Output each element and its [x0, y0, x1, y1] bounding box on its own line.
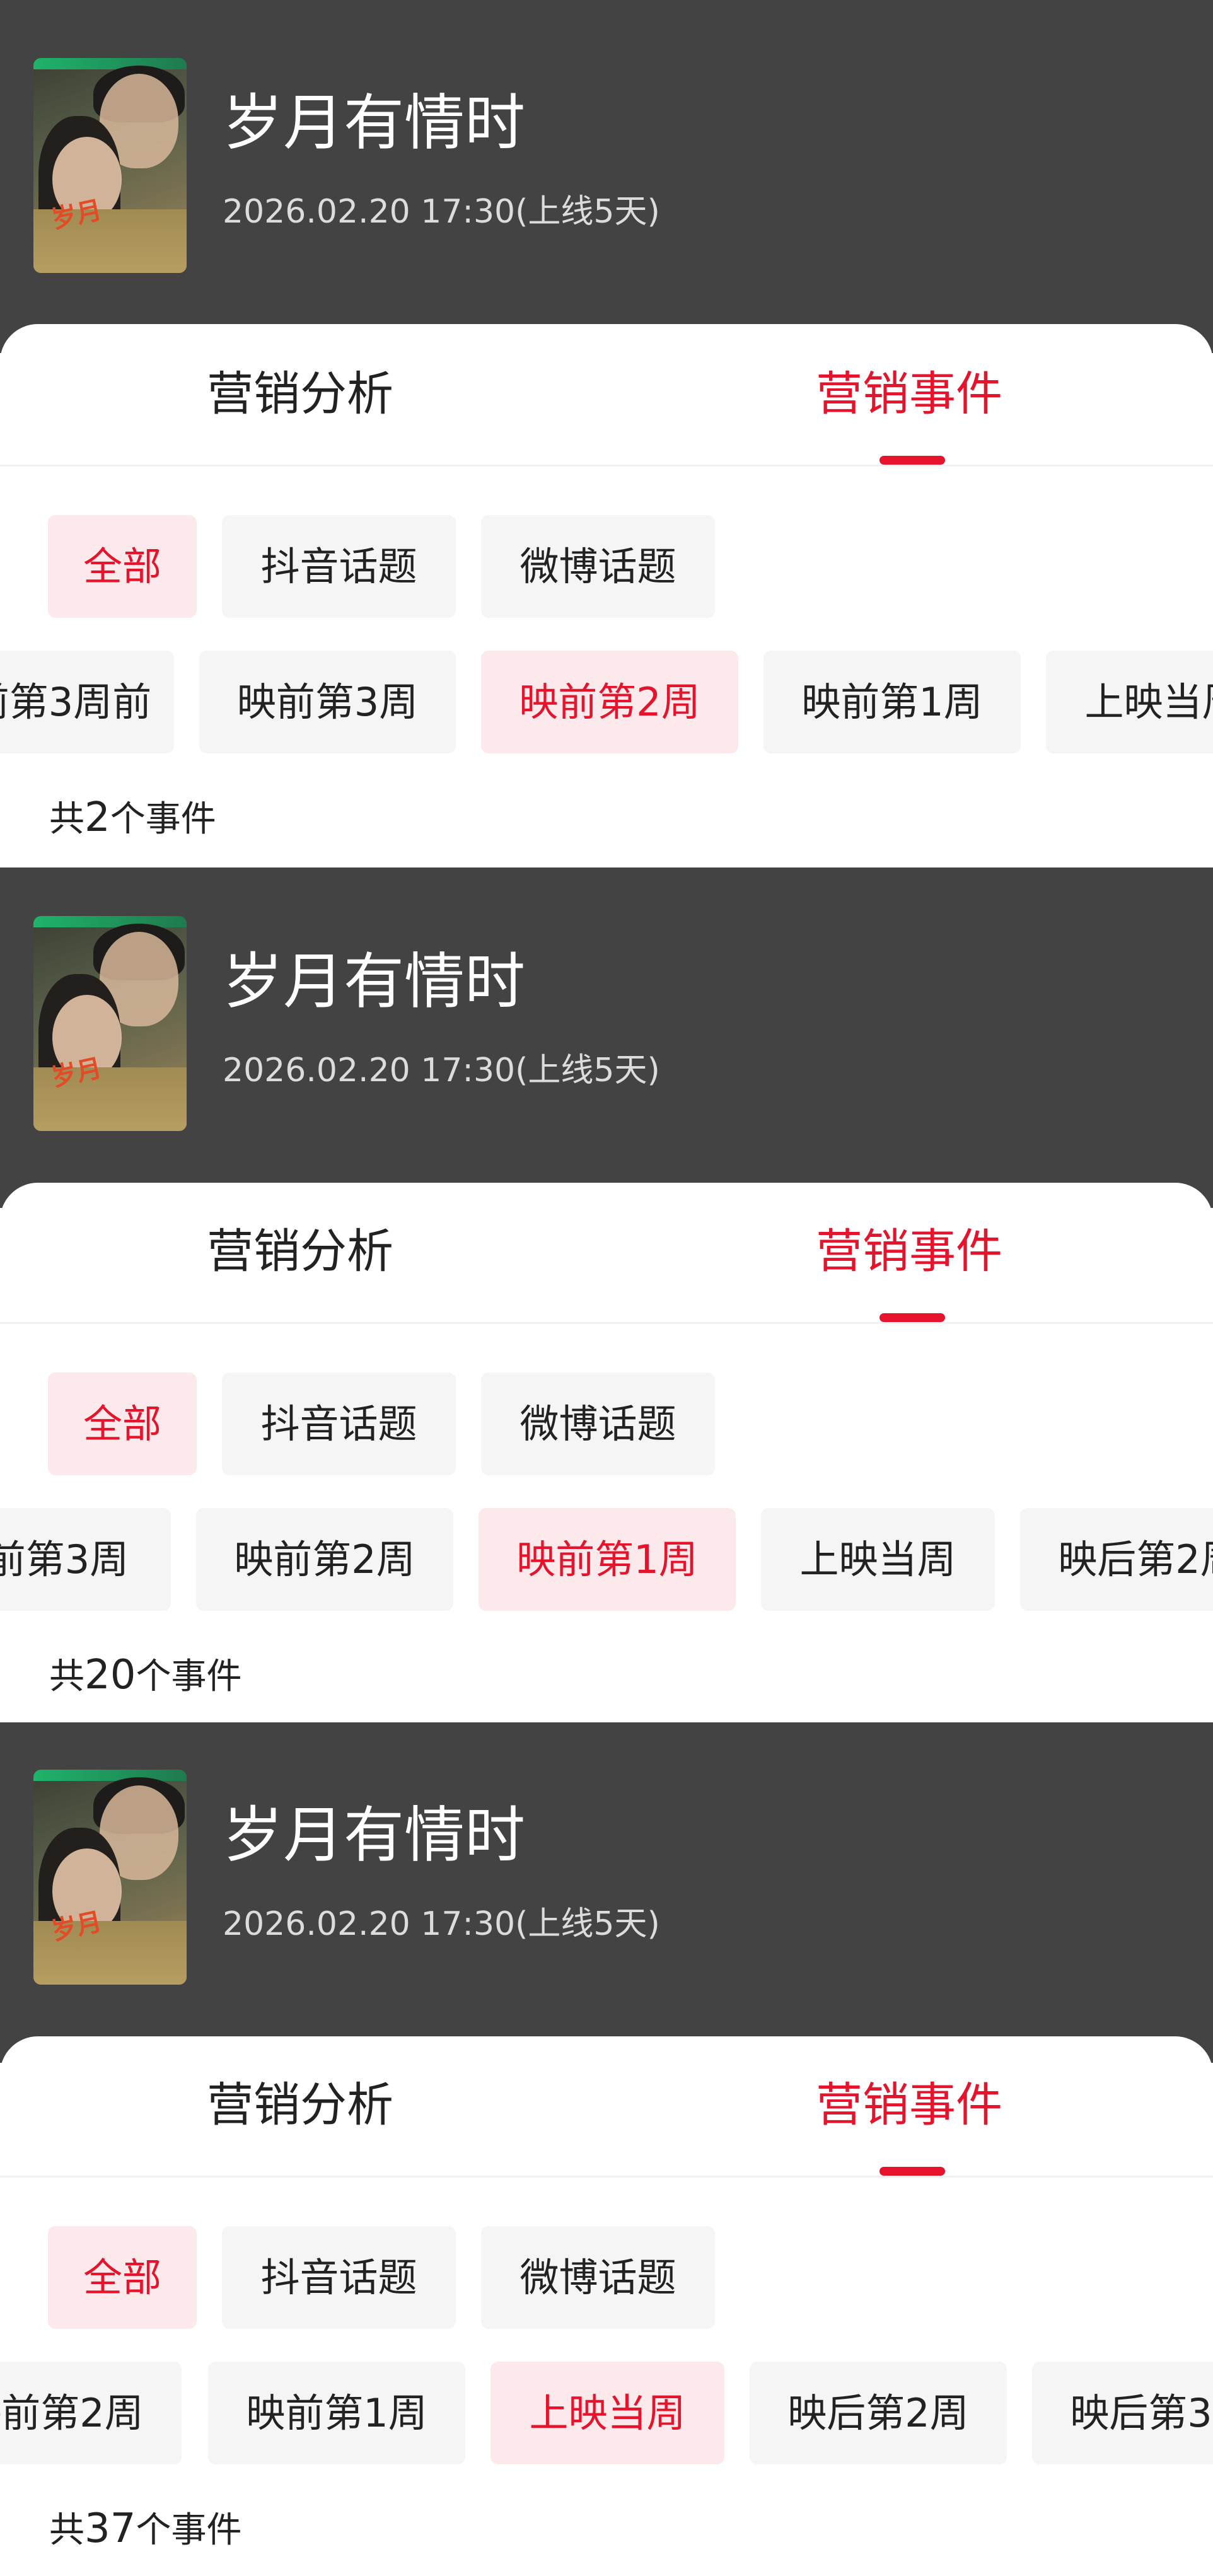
screenshot-section-1: 岁月 岁月有情时 2026.02.20 17:30(上线5天) 营销分析 营销事… [0, 0, 1213, 867]
event-count-number: 2 [84, 794, 110, 841]
tab-marketing-analysis[interactable]: 营销分析 [207, 366, 393, 422]
event-count-suffix: 个事件 [136, 1656, 242, 1697]
movie-release-date: 2026.02.20 17:30(上线5天) [223, 1905, 660, 1943]
filter-chip-weibo[interactable]: 微博话题 [481, 2226, 715, 2329]
week-chip-selected[interactable]: 映前第1周 [479, 1508, 736, 1611]
tab-divider [0, 465, 1213, 467]
week-chip[interactable]: 上映当周 [761, 1508, 995, 1611]
week-chip-selected[interactable]: 上映当周 [490, 2362, 724, 2464]
filter-chip-all[interactable]: 全部 [48, 515, 197, 618]
tab-marketing-events[interactable]: 营销事件 [816, 366, 1002, 422]
movie-title: 岁月有情时 [223, 946, 525, 1017]
tab-divider [0, 1322, 1213, 1324]
event-count-suffix: 个事件 [136, 2510, 242, 2551]
tab-marketing-analysis[interactable]: 营销分析 [207, 2077, 393, 2133]
filter-chip-weibo[interactable]: 微博话题 [481, 1372, 715, 1475]
movie-poster: 岁月 [33, 58, 187, 273]
content-sheet: 营销分析 营销事件 全部 抖音话题 微博话题 映前第3周 映前第2周 映前第1周… [0, 1183, 1213, 1722]
week-chip[interactable]: 映后第2周 [750, 2362, 1007, 2464]
movie-release-date: 2026.02.20 17:30(上线5天) [223, 1052, 660, 1089]
event-count-suffix: 个事件 [110, 799, 216, 840]
filter-chip-douyin[interactable]: 抖音话题 [222, 2226, 456, 2329]
content-sheet: 营销分析 营销事件 全部 抖音话题 微博话题 映前第3周前 映前第3周 映前第2… [0, 324, 1213, 867]
filter-chip-all[interactable]: 全部 [48, 1372, 197, 1475]
movie-poster: 岁月 [33, 916, 187, 1131]
active-tab-indicator [879, 456, 945, 465]
event-count-prefix: 共 [49, 799, 84, 840]
active-tab-indicator [879, 1313, 945, 1322]
event-count-prefix: 共 [49, 1656, 84, 1697]
content-sheet: 营销分析 营销事件 全部 抖音话题 微博话题 映前第2周 映前第1周 上映当周 … [0, 2036, 1213, 2576]
screenshot-section-3: 岁月 岁月有情时 2026.02.20 17:30(上线5天) 营销分析 营销事… [0, 1722, 1213, 2576]
tab-marketing-analysis[interactable]: 营销分析 [207, 1223, 393, 1280]
week-chip[interactable]: 映前第3周 [0, 1508, 171, 1611]
screenshot-section-2: 岁月 岁月有情时 2026.02.20 17:30(上线5天) 营销分析 营销事… [0, 867, 1213, 1722]
tab-marketing-events[interactable]: 营销事件 [816, 2077, 1002, 2133]
movie-title: 岁月有情时 [223, 1800, 525, 1871]
event-count-prefix: 共 [49, 2510, 84, 2551]
week-chip[interactable]: 映前第1周 [208, 2362, 465, 2464]
movie-release-date: 2026.02.20 17:30(上线5天) [223, 193, 660, 231]
event-count-number: 20 [84, 1652, 136, 1698]
filter-chip-all[interactable]: 全部 [48, 2226, 197, 2329]
week-chip[interactable]: 上映当周 [1046, 651, 1213, 753]
movie-header: 岁月 岁月有情时 2026.02.20 17:30(上线5天) [0, 867, 1213, 1208]
week-chip[interactable]: 映前第3周 [199, 651, 456, 753]
event-count-number: 37 [84, 2505, 136, 2552]
event-count: 共20个事件 [49, 1653, 241, 1699]
movie-header: 岁月 岁月有情时 2026.02.20 17:30(上线5天) [0, 1722, 1213, 2063]
week-chip[interactable]: 映前第3周前 [0, 651, 174, 753]
week-chip[interactable]: 映前第2周 [0, 2362, 182, 2464]
active-tab-indicator [879, 2167, 945, 2176]
filter-chip-douyin[interactable]: 抖音话题 [222, 515, 456, 618]
week-chip[interactable]: 映前第2周 [196, 1508, 453, 1611]
week-chip[interactable]: 映后第2周 [1020, 1508, 1213, 1611]
week-chip[interactable]: 映前第1周 [763, 651, 1021, 753]
event-count: 共2个事件 [49, 796, 216, 842]
week-chip-selected[interactable]: 映前第2周 [481, 651, 738, 753]
tab-divider [0, 2176, 1213, 2178]
filter-chip-weibo[interactable]: 微博话题 [481, 515, 715, 618]
tab-marketing-events[interactable]: 营销事件 [816, 1223, 1002, 1280]
movie-title: 岁月有情时 [223, 88, 525, 158]
event-count: 共37个事件 [49, 2507, 241, 2553]
filter-chip-douyin[interactable]: 抖音话题 [222, 1372, 456, 1475]
week-chip[interactable]: 映后第3周 [1032, 2362, 1213, 2464]
movie-header: 岁月 岁月有情时 2026.02.20 17:30(上线5天) [0, 0, 1213, 353]
movie-poster: 岁月 [33, 1770, 187, 1985]
